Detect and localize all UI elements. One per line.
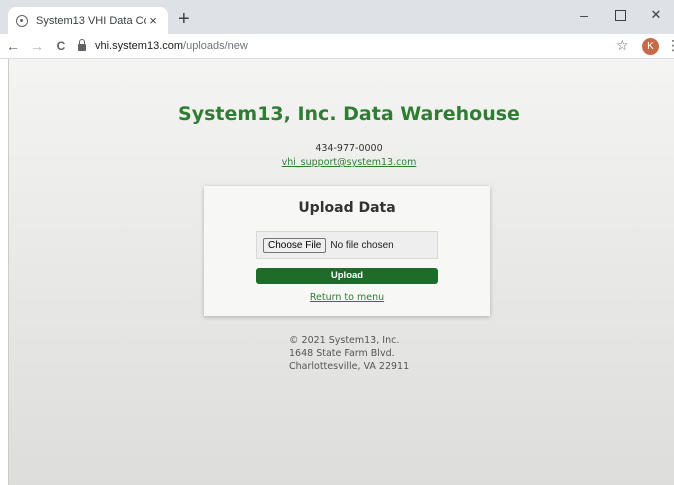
url-host: vhi.system13.com — [95, 40, 184, 52]
phone-number: 434-977-0000 — [315, 143, 383, 154]
new-tab-button[interactable]: + — [178, 7, 190, 31]
url-path: /uploads/new — [183, 40, 248, 52]
minimize-button[interactable]: – — [566, 0, 602, 30]
reload-button[interactable]: C — [50, 39, 72, 53]
footer-address-line-2: Charlottesville, VA 22911 — [289, 361, 410, 372]
support-email: vhi_support@system13.com — [9, 157, 674, 168]
browser-toolbar: ← → C vhi.system13.com/uploads/new ☆ K ⋮ — [0, 34, 674, 59]
forward-button[interactable]: → — [26, 38, 48, 54]
maximize-button[interactable] — [602, 0, 638, 30]
support-email-link[interactable]: vhi_support@system13.com — [282, 157, 417, 168]
lock-icon — [78, 39, 86, 51]
tab-close-icon[interactable]: × — [146, 13, 160, 28]
upload-card: Upload Data Choose File No file chosen U… — [204, 186, 490, 316]
choose-file-button[interactable]: Choose File — [263, 237, 327, 253]
profile-avatar[interactable]: K — [642, 38, 659, 55]
tab-title: System13 VHI Data Collection — [36, 14, 146, 27]
page-content: System13, Inc. Data Warehouse 434-977-00… — [8, 59, 674, 485]
page-title: System13, Inc. Data Warehouse — [178, 103, 520, 125]
address-bar[interactable]: vhi.system13.com/uploads/new — [78, 36, 632, 56]
close-window-button[interactable]: ✕ — [638, 0, 674, 30]
footer-address-line-1: 1648 State Farm Blvd. — [289, 348, 395, 359]
maximize-icon — [614, 9, 626, 21]
back-button[interactable]: ← — [2, 38, 24, 54]
upload-button[interactable]: Upload — [256, 268, 438, 284]
bookmark-star-icon[interactable]: ☆ — [616, 37, 629, 54]
globe-icon — [16, 14, 28, 27]
file-input: Choose File No file chosen — [256, 231, 438, 259]
footer: © 2021 System13, Inc. 1648 State Farm Bl… — [289, 334, 409, 373]
footer-copyright: © 2021 System13, Inc. — [289, 335, 400, 346]
upload-card-title: Upload Data — [298, 200, 396, 216]
return-to-menu-link[interactable]: Return to menu — [204, 292, 490, 303]
browser-tab[interactable]: System13 VHI Data Collection × — [8, 7, 168, 34]
window-controls: – ✕ — [566, 0, 674, 30]
browser-menu-icon[interactable]: ⋮ — [666, 37, 674, 54]
file-status-text: No file chosen — [330, 239, 394, 251]
tab-strip: System13 VHI Data Collection × + – ✕ — [0, 0, 674, 34]
